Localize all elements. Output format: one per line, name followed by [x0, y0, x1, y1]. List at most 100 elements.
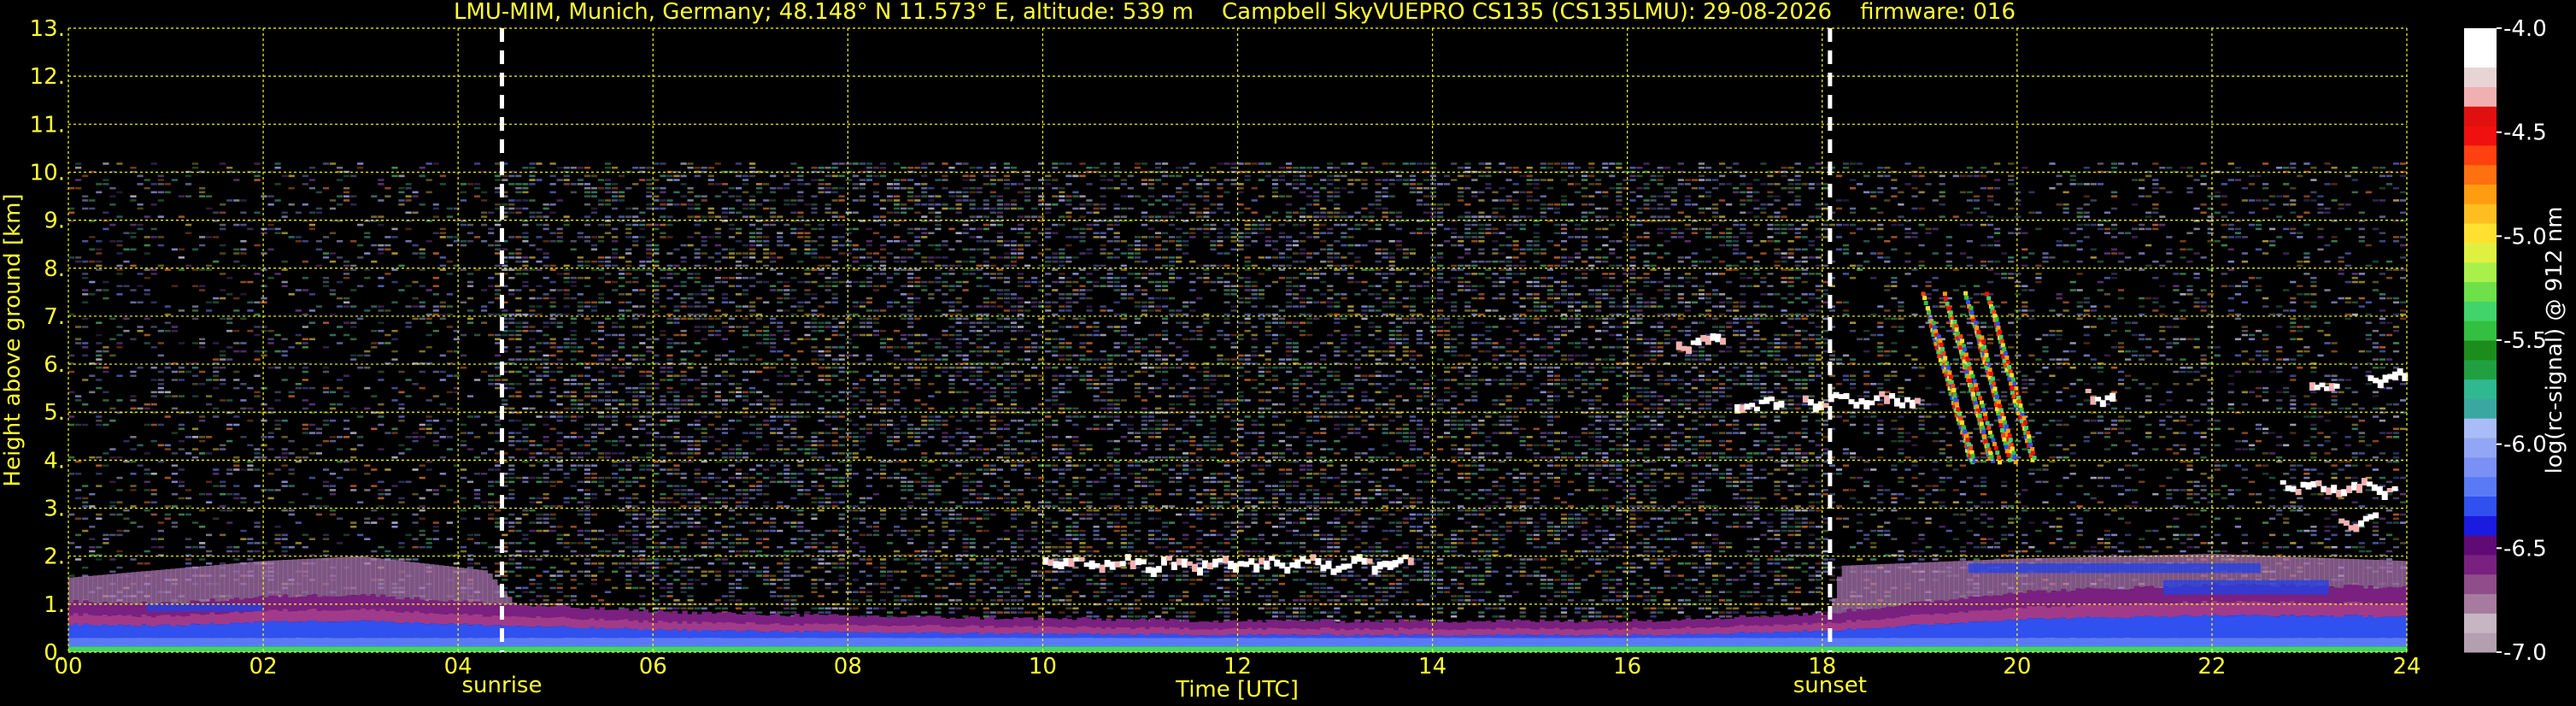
cloud-cell [1812, 403, 1819, 413]
colorbar-swatch [2464, 613, 2497, 633]
cloud-cell [1181, 558, 1188, 568]
cloud-cell [1356, 554, 1363, 562]
colorbar-swatch [2464, 379, 2497, 399]
cloud-cell [1228, 561, 1235, 570]
cloud-cell [2085, 388, 2092, 393]
cloud-cell [1186, 561, 1193, 567]
cloud-cell [2361, 478, 2368, 485]
y-tick-label: 5. [44, 400, 65, 426]
x-axis-label: Time [UTC] [1175, 677, 1299, 703]
cloud-cell [1289, 562, 1296, 568]
y-tick-label: 7. [44, 304, 65, 330]
cloud-cell [1279, 562, 1286, 569]
cloud-cell [1083, 562, 1090, 568]
y-tick-label: 11. [30, 112, 65, 138]
ceilometer-plot: LMU-MIM, Munich, Germany; 48.148° N 11.5… [0, 0, 2576, 706]
x-tick-label: 20 [2003, 654, 2031, 680]
colorbar-swatch [2464, 321, 2497, 341]
cloud-cell [1058, 561, 1065, 569]
y-tick-label: 1. [44, 592, 65, 618]
cloud-cell [1397, 557, 1404, 564]
cloud-cell [1140, 559, 1147, 565]
colorbar-swatch [2464, 106, 2497, 126]
colorbar-swatch [2464, 184, 2497, 204]
cloud-cell [2381, 491, 2388, 500]
cloud-cell [2315, 480, 2322, 486]
cloud-cell [2343, 520, 2350, 527]
colorbar-swatch [2464, 632, 2497, 653]
cloud-cell [2371, 484, 2378, 491]
cloud-cell [1078, 556, 1085, 562]
cloud-cell [2333, 383, 2340, 389]
cloud-cell [1899, 402, 1905, 409]
x-tick-label: 08 [834, 654, 862, 680]
y-tick-label: 4. [44, 448, 65, 474]
cloud-cell [1325, 561, 1332, 569]
colorbar-tick-label: -4.5 [2503, 121, 2547, 146]
cloud-cell [1753, 406, 1760, 412]
cloud-cell [2110, 392, 2116, 402]
y-tick-label: 12. [30, 64, 65, 90]
cloud-cell [2331, 485, 2338, 494]
cloud-cell [1720, 338, 1726, 345]
cloud-cell [1869, 400, 1875, 406]
cloud-cell [1351, 556, 1358, 564]
cloud-cell [1407, 557, 1414, 566]
cloud-cell [1192, 563, 1198, 573]
cloud-cell [2391, 485, 2398, 491]
y-axis-label: Height above ground [km] [0, 193, 26, 486]
x-tick-label: 14 [1418, 654, 1446, 680]
cloud-cell [1305, 559, 1311, 564]
x-tick-label: 12 [1223, 654, 1252, 680]
chart-title: LMU-MIM, Munich, Germany; 48.148° N 11.5… [454, 0, 2016, 25]
colorbar-swatch [2464, 67, 2497, 87]
cloud-cell [1802, 395, 1809, 403]
cloud-cell [1361, 557, 1368, 565]
colorbar-swatch [2464, 359, 2497, 380]
colorbar-swatch [2464, 203, 2497, 224]
y-tick-label: 9. [44, 209, 65, 234]
cloud-cell [1346, 563, 1353, 569]
cloud-cell [1104, 560, 1111, 568]
cloud-cell [1330, 568, 1337, 575]
colorbar-swatch [2464, 340, 2497, 361]
cloud-cell [1042, 556, 1049, 565]
cloud-cell [1088, 560, 1095, 570]
colorbar-swatch [2464, 398, 2497, 419]
colorbar-swatch [2464, 86, 2497, 107]
cloud-cell [1274, 559, 1281, 567]
cloud-cell [1094, 562, 1100, 568]
colorbar-swatch [2464, 535, 2497, 556]
cloud-cell [1253, 563, 1260, 573]
cloud-cell [1202, 560, 1208, 569]
cloud-cell [1749, 403, 1756, 408]
cloud-cell [1769, 397, 1775, 402]
cloud-cell [1176, 558, 1182, 566]
cloud-cell [1119, 561, 1126, 567]
colorbar-swatch [2464, 515, 2497, 536]
cloud-cell [1218, 558, 1224, 563]
cloud-cell [1874, 395, 1881, 402]
cloud-cell [1073, 556, 1080, 562]
x-tick-label: 02 [249, 654, 278, 680]
cloud-cell [1238, 561, 1245, 567]
cloud-cell [1833, 391, 1840, 398]
colorbar-swatch [2464, 242, 2497, 263]
cloud-cell [2351, 482, 2357, 491]
cloud-cell [2373, 512, 2379, 519]
colorbar-swatch [2464, 438, 2497, 458]
cloud-cell [1068, 557, 1075, 568]
cloud-cell [1099, 564, 1106, 574]
cloud-cell [1392, 560, 1399, 568]
cloud-cell [1259, 557, 1265, 565]
cloud-cell [1366, 558, 1373, 564]
y-tick-label: 10. [30, 160, 65, 185]
cloud-cell [1402, 554, 1409, 560]
cloud-cell [1382, 561, 1388, 568]
cloud-cell [1207, 562, 1213, 570]
x-tick-label: 10 [1029, 654, 1057, 680]
cloud-cell [1063, 557, 1070, 567]
colorbar-swatch [2464, 456, 2497, 478]
cloud-cell [1171, 562, 1177, 570]
cloud-cell [1248, 558, 1255, 565]
